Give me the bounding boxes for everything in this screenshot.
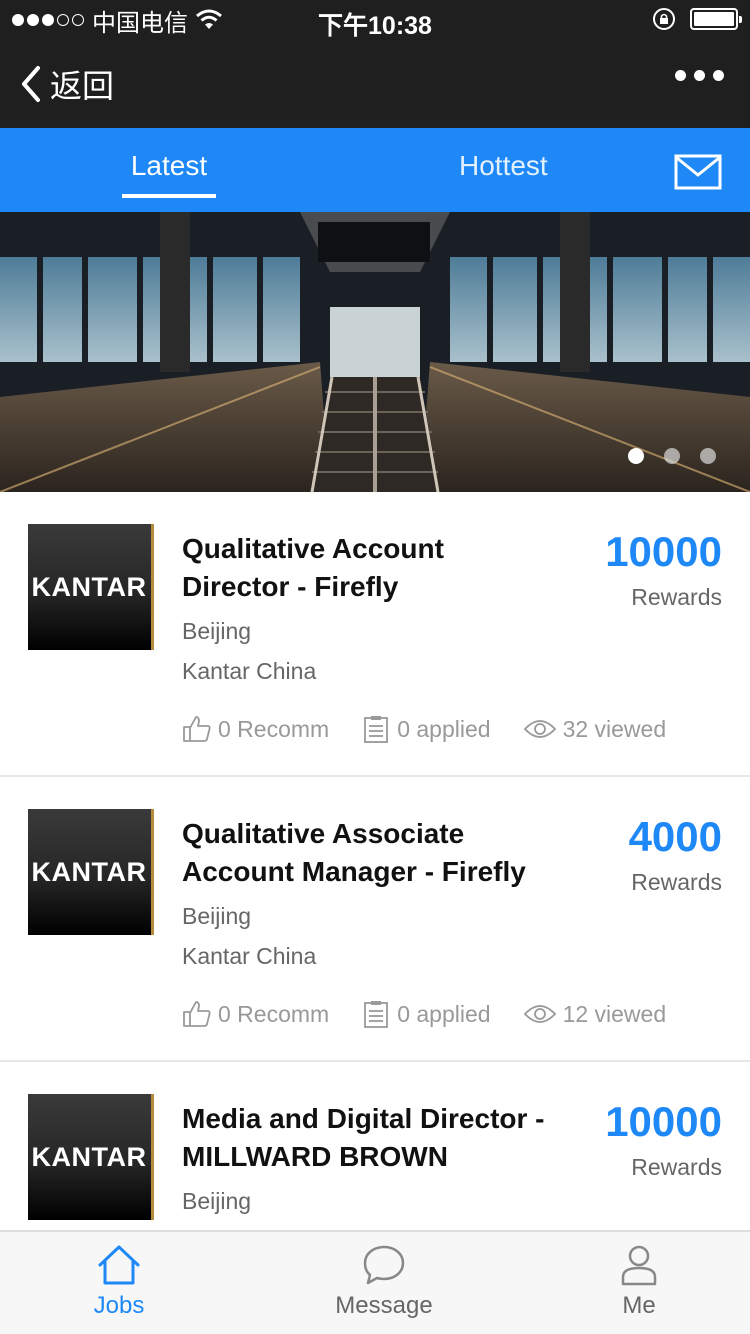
job-stats: 0 Recomm 0 applied 12 viewed — [182, 999, 698, 1029]
eye-icon — [523, 720, 556, 738]
company-logo-text: KANTAR — [31, 857, 147, 887]
recommend-stat[interactable]: 0 Recomm — [182, 999, 329, 1029]
thumbs-up-icon — [183, 1001, 211, 1027]
job-title-line: Director - Firefly — [182, 571, 399, 602]
job-title-line: MILLWARD BROWN — [182, 1141, 448, 1172]
status-right — [652, 7, 742, 31]
job-location: Beijing — [182, 618, 252, 644]
tab-active-indicator — [122, 194, 216, 198]
status-bar: 中国电信 下午10:38 — [0, 0, 750, 40]
more-icon — [675, 70, 686, 81]
bottom-tab-me[interactable]: Me — [559, 1244, 719, 1320]
viewed-stat: 32 viewed — [523, 715, 667, 743]
applied-stat: 0 applied — [361, 999, 491, 1029]
job-stats: 0 Recomm 0 applied 32 viewed — [182, 714, 698, 744]
job-title: Media and Digital Director - MILLWARD BR… — [182, 1100, 582, 1176]
nav-bar: 返回 — [0, 40, 750, 128]
thumbs-up-icon — [183, 716, 211, 742]
person-icon — [621, 1245, 657, 1286]
job-company: Kantar China — [182, 658, 317, 684]
bottom-tab-bar: Jobs Message Me — [0, 1230, 750, 1334]
carousel-pager — [628, 448, 716, 464]
bottom-tab-label: Message — [335, 1292, 433, 1319]
job-item[interactable]: KANTAR Qualitative Associate Account Man… — [0, 777, 750, 1062]
applied-count: 0 applied — [397, 715, 491, 742]
job-company: Kantar China — [182, 943, 317, 969]
clipboard-icon — [364, 716, 389, 743]
chat-bubble-icon — [363, 1245, 405, 1285]
reward-label: Rewards — [631, 584, 722, 610]
job-title-line: Account Manager - Firefly — [182, 856, 526, 887]
bottom-tab-label: Me — [622, 1292, 656, 1319]
job-title: Qualitative Account Director - Firefly — [182, 530, 582, 606]
viewed-stat: 12 viewed — [523, 1000, 667, 1028]
company-logo-text: KANTAR — [31, 1142, 147, 1172]
mail-icon[interactable] — [674, 154, 722, 190]
bottom-tab-message[interactable]: Message — [304, 1244, 464, 1320]
viewed-count: 32 viewed — [562, 715, 667, 742]
job-title-line: Media and Digital Director - — [182, 1103, 545, 1134]
tab-latest[interactable]: Latest — [122, 150, 216, 182]
status-time: 下午10:38 — [318, 12, 432, 40]
reward-label: Rewards — [631, 1154, 722, 1180]
reward-label: Rewards — [631, 869, 722, 895]
job-location: Beijing — [182, 903, 252, 929]
company-logo: KANTAR — [28, 1094, 154, 1220]
pager-dot[interactable] — [664, 448, 680, 464]
battery-icon — [690, 8, 742, 30]
company-logo-text: KANTAR — [31, 572, 147, 602]
tab-hottest[interactable]: Hottest — [459, 150, 548, 182]
applied-count: 0 applied — [397, 1000, 491, 1027]
reward-amount: 10000 — [605, 528, 722, 575]
job-title-line: Qualitative Account — [182, 533, 444, 564]
home-icon — [98, 1245, 140, 1285]
job-item[interactable]: KANTAR Qualitative Account Director - Fi… — [0, 492, 750, 777]
applied-stat: 0 applied — [361, 714, 491, 744]
chevron-left-icon — [22, 66, 40, 102]
job-location: Beijing — [182, 1188, 252, 1214]
clipboard-icon — [364, 1001, 389, 1028]
pager-dot[interactable] — [700, 448, 716, 464]
eye-icon — [523, 1005, 556, 1023]
company-logo: KANTAR — [28, 524, 154, 650]
back-button[interactable]: 返回 — [18, 60, 114, 108]
bottom-tab-label: Jobs — [93, 1292, 145, 1319]
recommend-stat[interactable]: 0 Recomm — [182, 714, 329, 744]
more-button[interactable] — [675, 70, 724, 81]
job-title: Qualitative Associate Account Manager - … — [182, 815, 582, 891]
back-label: 返回 — [50, 68, 115, 104]
reward-amount: 10000 — [605, 1098, 722, 1145]
pager-dot[interactable] — [628, 448, 644, 464]
company-logo: KANTAR — [28, 809, 154, 935]
tab-bar: Latest Hottest — [0, 128, 750, 212]
rotation-lock-icon — [653, 8, 675, 30]
banner-carousel[interactable] — [0, 212, 750, 492]
recommend-count: 0 Recomm — [218, 715, 330, 742]
job-title-line: Qualitative Associate — [182, 818, 465, 849]
viewed-count: 12 viewed — [562, 1000, 667, 1027]
job-list: KANTAR Qualitative Account Director - Fi… — [0, 492, 750, 1230]
reward-amount: 4000 — [628, 813, 722, 860]
bottom-tab-jobs[interactable]: Jobs — [39, 1244, 199, 1320]
recommend-count: 0 Recomm — [218, 1000, 330, 1027]
job-item[interactable]: KANTAR Media and Digital Director - MILL… — [0, 1062, 750, 1230]
